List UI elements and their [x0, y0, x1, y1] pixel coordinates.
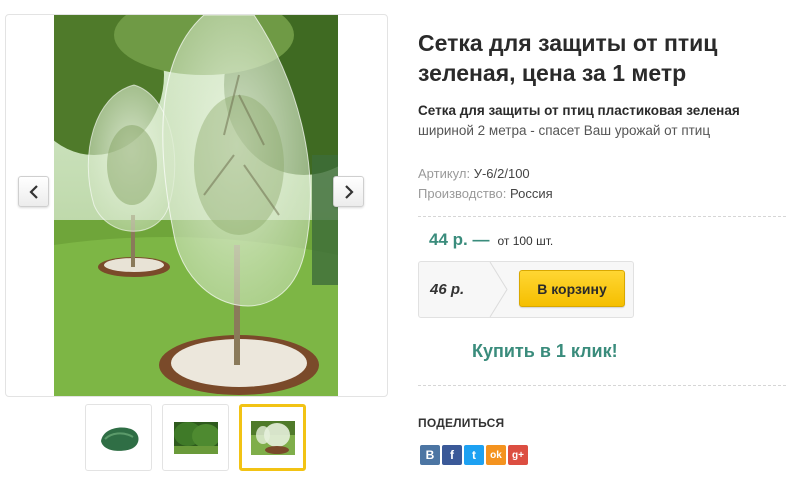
- next-image-button[interactable]: [333, 176, 364, 207]
- prev-image-button[interactable]: [18, 176, 49, 207]
- description-text: шириной 2 метра - спасет Ваш урожай от п…: [418, 123, 711, 138]
- divider: [418, 385, 786, 386]
- twitter-icon[interactable]: t: [464, 445, 484, 465]
- facebook-icon[interactable]: f: [442, 445, 462, 465]
- tree-thumbnail-image: [173, 421, 218, 454]
- odnoklassniki-icon[interactable]: ok: [486, 445, 506, 465]
- price-separator-icon: [489, 262, 508, 317]
- bulk-quantity-note: от 100 шт.: [497, 234, 554, 248]
- thumbnail-strip: [85, 404, 306, 471]
- chevron-left-icon: [28, 184, 38, 199]
- chevron-right-icon: [344, 184, 354, 199]
- thumbnail-tree-garden[interactable]: [162, 404, 229, 471]
- product-meta: Артикул: У-6/2/100 Производство: Россия: [418, 164, 790, 204]
- netted-trees-thumbnail-image: [250, 420, 295, 455]
- product-title: Сетка для защиты от птиц зеленая, цена з…: [418, 30, 718, 86]
- origin-value: Россия: [510, 186, 553, 201]
- google-plus-icon[interactable]: g+: [508, 445, 528, 465]
- product-description: Сетка для защиты от птиц пластиковая зел…: [418, 101, 790, 141]
- bulk-price-row: 44 р. — от 100 шт.: [429, 230, 553, 250]
- garden-photo: [54, 15, 338, 396]
- thumbnail-netted-trees[interactable]: [239, 404, 306, 471]
- share-label: ПОДЕЛИТЬСЯ: [418, 416, 505, 430]
- thumbnail-green-net[interactable]: [85, 404, 152, 471]
- green-net-thumbnail-image: [100, 427, 138, 451]
- product-info: Сетка для защиты от птиц зеленая, цена з…: [418, 28, 790, 204]
- buy-one-click-link[interactable]: Купить в 1 клик!: [472, 341, 618, 362]
- bulk-price: 44 р. —: [429, 230, 490, 249]
- vk-icon[interactable]: В: [420, 445, 440, 465]
- social-share-buttons: В f t ok g+: [420, 445, 528, 465]
- buy-box: 46 р. В корзину: [418, 261, 634, 318]
- sku-value: У-6/2/100: [473, 166, 530, 181]
- add-to-cart-button[interactable]: В корзину: [519, 270, 625, 307]
- sku-label: Артикул:: [418, 166, 471, 181]
- origin-row: Производство: Россия: [418, 184, 790, 204]
- origin-label: Производство:: [418, 186, 507, 201]
- sku-row: Артикул: У-6/2/100: [418, 164, 790, 184]
- description-headline: Сетка для защиты от птиц пластиковая зел…: [418, 103, 740, 118]
- divider: [418, 216, 786, 217]
- product-image-frame: [5, 14, 388, 397]
- product-main-image[interactable]: [54, 15, 338, 396]
